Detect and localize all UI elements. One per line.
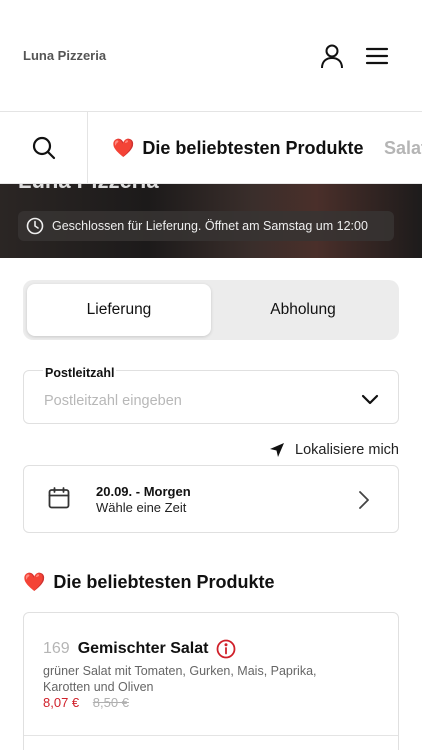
- choose-time-label: Wähle eine Zeit: [96, 500, 187, 515]
- locate-me-button[interactable]: Lokalisiere mich: [269, 440, 399, 460]
- category-tab-label: Die beliebtesten Produkte: [142, 137, 364, 158]
- product-name: Gemischter Salat: [77, 640, 209, 657]
- product-number: 169: [43, 640, 70, 657]
- category-bar: ❤️ Die beliebtesten Produkte Salat: [0, 112, 422, 184]
- heart-icon: ❤️: [23, 572, 46, 592]
- status-badge: Geschlossen für Lieferung. Öffnet am Sam…: [18, 211, 394, 241]
- postal-code-input[interactable]: [44, 393, 344, 409]
- postal-code-label: Postleitzahl: [43, 366, 117, 380]
- postal-code-field: Postleitzahl: [23, 366, 399, 424]
- calendar-icon: [48, 487, 70, 509]
- heart-icon: ❤️: [112, 137, 135, 158]
- category-tab-salat[interactable]: Salat: [384, 112, 422, 183]
- location-arrow-icon: [270, 443, 285, 457]
- banner-title: Luna Pizzeria: [18, 184, 159, 194]
- category-tab-popular[interactable]: ❤️ Die beliebtesten Produkte: [112, 112, 364, 183]
- product-old-price: 8,50 €: [92, 695, 129, 710]
- section-title: Die beliebtesten Produkte: [53, 572, 275, 592]
- order-mode-toggle: Lieferung Abholung: [23, 280, 399, 340]
- user-icon[interactable]: [318, 42, 346, 70]
- hamburger-menu-icon[interactable]: [364, 42, 392, 70]
- chevron-down-icon[interactable]: [360, 391, 380, 407]
- brand-name[interactable]: Luna Pizzeria: [23, 48, 106, 63]
- product-prices: 8,07 € 8,50 €: [43, 695, 129, 710]
- product-description: grüner Salat mit Tomaten, Gurken, Mais, …: [43, 664, 317, 694]
- selected-date: 20.09. - Morgen: [96, 484, 191, 499]
- section-heading: ❤️ Die beliebtesten Produkte: [23, 572, 274, 593]
- category-search-button[interactable]: [0, 112, 88, 183]
- date-time-picker[interactable]: 20.09. - Morgen Wähle eine Zeit: [23, 465, 399, 533]
- product-price: 8,07 €: [43, 695, 80, 710]
- status-text: Geschlossen für Lieferung. Öffnet am Sam…: [52, 219, 368, 233]
- restaurant-banner: Luna Pizzeria Geschlossen für Lieferung.…: [0, 184, 422, 258]
- info-icon[interactable]: [216, 639, 236, 659]
- divider: [24, 735, 398, 736]
- pickup-option[interactable]: Abholung: [211, 284, 395, 336]
- clock-icon: [26, 217, 44, 235]
- chevron-right-icon: [359, 491, 369, 509]
- category-tab-label: Salat: [384, 137, 422, 158]
- product-card[interactable]: 169 Gemischter Salat grüner Salat mit To…: [23, 612, 399, 750]
- search-icon: [32, 136, 55, 160]
- app-header: Luna Pizzeria: [0, 0, 422, 112]
- product-header: 169 Gemischter Salat: [43, 639, 236, 659]
- delivery-option[interactable]: Lieferung: [27, 284, 211, 336]
- locate-me-label: Lokalisiere mich: [295, 442, 399, 458]
